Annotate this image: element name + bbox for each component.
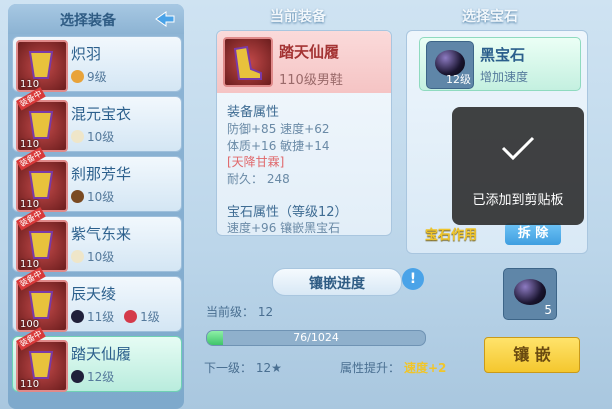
equip-list-panel: 选择装备 110 炽羽 9级 110 装备中 混元宝衣 10级 110 装备中 … <box>8 4 184 409</box>
equip-level: 110 <box>20 379 40 390</box>
clipboard-toast: 已添加到剪贴板 <box>452 107 584 225</box>
equip-item[interactable]: 110 装备中 紫气东来 10级 <box>12 207 182 272</box>
ore-icon <box>71 250 84 263</box>
equip-cost: 10级 <box>71 248 121 265</box>
equip-item[interactable]: 100 装备中 辰天绫 11级 1级 <box>12 267 182 332</box>
equip-thumb: 110 装备中 <box>16 87 68 152</box>
equip-name: 踏天仙履 <box>71 345 132 363</box>
inlay-progress-bar: 76/1024 <box>206 330 426 346</box>
boost-value: 速度+2 <box>404 361 447 375</box>
ore-icon <box>71 370 84 383</box>
gem-option[interactable]: 12级 黑宝石 增加速度 <box>419 37 581 91</box>
current-level: 当前级： 12 <box>206 305 274 319</box>
equip-cost: 10级 <box>71 188 121 205</box>
inlay-button[interactable]: 镶 嵌 <box>484 337 580 373</box>
equip-thumb: 110 装备中 <box>16 207 68 272</box>
equip-list-header: 选择装备 <box>8 4 184 34</box>
arrow-icon[interactable] <box>154 10 176 28</box>
cost-text: 12级 <box>87 370 115 384</box>
equip-name: 炽羽 <box>71 45 102 63</box>
equip-list-title: 选择装备 <box>60 13 116 29</box>
boots-icon <box>223 37 273 87</box>
equip-name: 紫气东来 <box>71 225 132 243</box>
equip-thumb: 110 <box>16 40 68 92</box>
ore-icon <box>124 310 138 323</box>
equip-cost: 12级 <box>71 368 121 385</box>
gem-stack-slot[interactable]: 5 <box>503 268 557 320</box>
attr-line-1: 防御+85 速度+62 <box>227 122 330 136</box>
gem-inlay-window: 选择装备 110 炽羽 9级 110 装备中 混元宝衣 10级 110 装备中 … <box>0 0 612 409</box>
current-equip-card: 踏天仙履 110级男鞋 装备属性 防御+85 速度+62 体质+16 敏捷+14… <box>216 30 392 236</box>
ore-icon <box>71 70 84 83</box>
equip-icon <box>28 351 54 379</box>
current-equip-name: 踏天仙履 <box>279 43 340 61</box>
current-equip-header: 当前装备 <box>270 9 326 25</box>
equip-icon <box>28 231 54 259</box>
cost-text: 10级 <box>87 190 115 204</box>
remove-button[interactable]: 拆 除 <box>505 223 561 245</box>
equip-name: 刹那芳华 <box>71 165 132 183</box>
equip-icon <box>28 51 54 79</box>
equip-thumb: 100 装备中 <box>16 267 68 332</box>
equip-cost: 11级 1级 <box>71 308 167 325</box>
gem-effect: 增加速度 <box>480 70 529 84</box>
cost-text: 11级 <box>87 310 115 324</box>
select-gem-header: 选择宝石 <box>462 9 518 25</box>
gem-slot: 12级 <box>426 41 474 89</box>
cost-text: 10级 <box>87 130 115 144</box>
equip-icon <box>28 171 54 199</box>
attr-line-2: 体质+16 敏捷+14 <box>227 139 330 153</box>
attr-title: 装备属性 <box>227 105 280 120</box>
gem-name: 黑宝石 <box>480 46 526 64</box>
equip-thumb: 110 装备中 <box>16 327 68 392</box>
gem-attr-title: 宝石属性（等级12） <box>227 205 348 220</box>
equip-icon <box>28 291 54 319</box>
black-gem-icon <box>514 279 546 305</box>
cost-text: 1级 <box>140 310 160 324</box>
equip-thumb: 110 装备中 <box>16 147 68 212</box>
info-icon[interactable]: ! <box>402 268 424 290</box>
gem-effect-tag: 宝石作用 <box>425 228 478 243</box>
ore-icon <box>71 190 84 203</box>
special-attr: [天降甘霖] <box>227 155 285 169</box>
current-equip-top: 踏天仙履 110级男鞋 <box>217 31 391 93</box>
ore-icon <box>71 130 84 143</box>
equip-item[interactable]: 110 炽羽 9级 <box>12 36 182 92</box>
checkmark-icon <box>501 136 535 161</box>
inlay-progress-title: 镶嵌进度 <box>309 276 365 292</box>
durability: 耐久： 248 <box>227 172 290 186</box>
equip-name: 辰天绫 <box>71 285 117 303</box>
ore-icon <box>71 310 84 323</box>
gem-level: 12级 <box>446 73 471 86</box>
gem-attr-line: 速度+96 镶嵌黑宝石 <box>227 221 341 235</box>
equip-item[interactable]: 110 装备中 混元宝衣 10级 <box>12 87 182 152</box>
equip-item[interactable]: 110 装备中 刹那芳华 10级 <box>12 147 182 212</box>
cost-text: 10级 <box>87 250 115 264</box>
equip-cost: 10级 <box>71 128 121 145</box>
boost-label: 属性提升： <box>340 361 401 375</box>
next-level: 下一级： 12★ <box>204 361 282 375</box>
gem-stack-count: 5 <box>544 303 552 317</box>
equip-cost: 9级 <box>71 68 113 85</box>
inlay-progress-title-bar: 镶嵌进度 <box>272 268 402 296</box>
equip-name: 混元宝衣 <box>71 105 132 123</box>
equip-icon <box>28 111 54 139</box>
equip-item[interactable]: 110 装备中 踏天仙履 12级 <box>12 327 182 392</box>
current-equip-desc: 110级男鞋 <box>279 73 343 88</box>
inlay-progress-text: 76/1024 <box>293 331 339 344</box>
cost-text: 9级 <box>87 70 107 84</box>
toast-text: 已添加到剪贴板 <box>472 193 564 208</box>
